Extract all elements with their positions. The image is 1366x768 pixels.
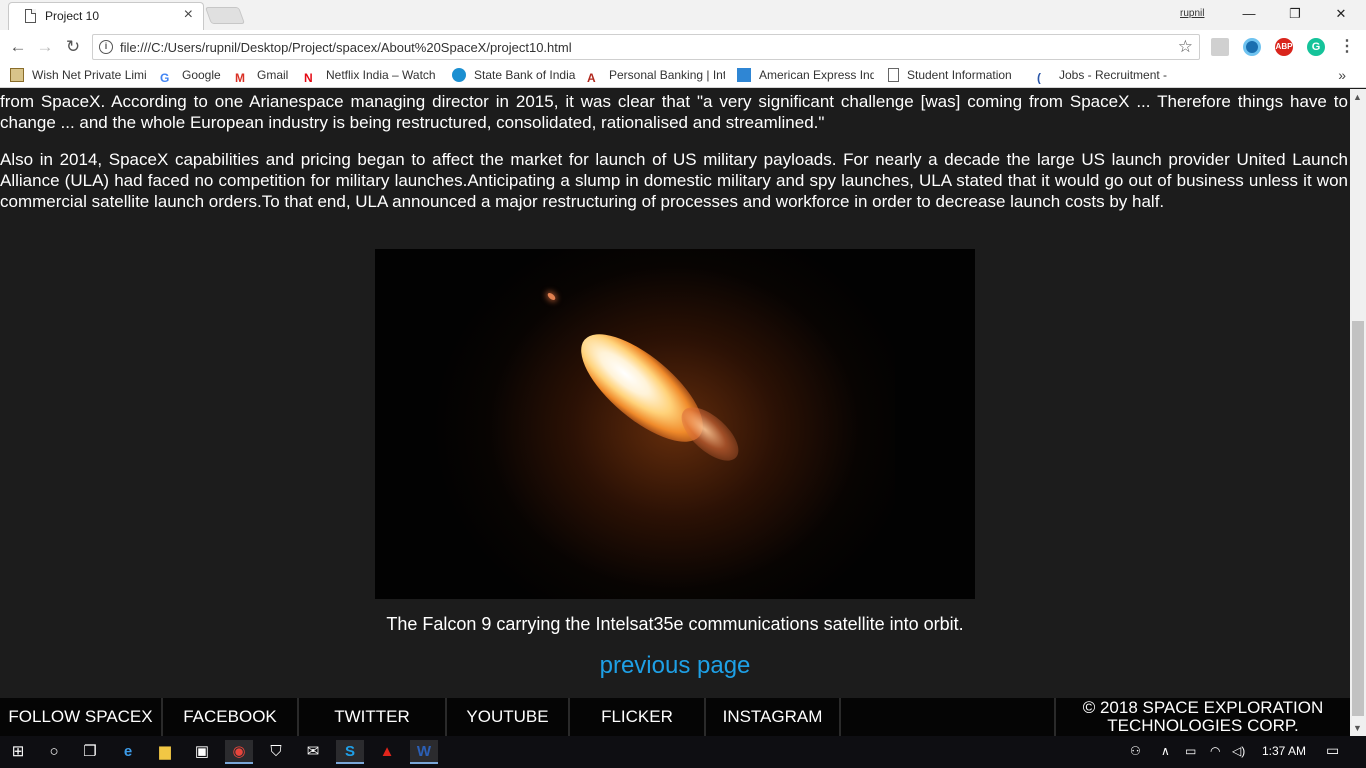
mail-icon[interactable]: ✉ [299, 740, 327, 764]
new-tab-button[interactable] [204, 7, 246, 24]
amex-icon [737, 68, 751, 82]
back-button[interactable]: ← [6, 36, 30, 58]
menu-icon[interactable]: ⋮ [1338, 38, 1356, 56]
jobs-icon: ( [1037, 71, 1041, 84]
bookmark-star-icon[interactable]: ☆ [1178, 37, 1193, 57]
tab-close-icon[interactable]: × [184, 6, 193, 24]
url-text[interactable]: file:///C:/Users/rupnil/Desktop/Project/… [120, 40, 572, 55]
bookmark-item[interactable]: Student Information [888, 68, 1024, 84]
forward-button[interactable]: → [33, 36, 57, 58]
bookmark-item[interactable]: (Jobs - Recruitment - [1037, 68, 1175, 84]
twitter-link[interactable]: TWITTER [299, 698, 447, 736]
follow-spacex-label: FOLLOW SPACEX [0, 698, 163, 736]
axis-bank-icon: A [587, 71, 596, 84]
windows-taskbar: ⊞ ○ ❐ e ▆ ▣ ◉ ⛉ ✉ S ▲ W ⚇ ∧ ▭ ◠ ◁) 1:37 … [0, 736, 1366, 768]
clock[interactable]: 1:37 AM [1262, 744, 1306, 758]
bookmark-item[interactable]: M Gmail [235, 68, 293, 84]
bookmark-item[interactable]: American Express Ind [737, 68, 874, 84]
paragraph: from SpaceX. According to one Arianespac… [0, 92, 1348, 132]
bookmarks-bar: Wish Net Private Limi G Google M Gmail N Ne… [0, 64, 1366, 88]
cortana-icon[interactable]: ○ [40, 740, 68, 764]
acrobat-icon[interactable]: ▲ [373, 740, 401, 764]
notification-icon[interactable]: ▭ [1326, 742, 1339, 759]
extension-icon[interactable] [1211, 38, 1229, 56]
info-icon[interactable]: i [99, 40, 113, 54]
netflix-icon: N [304, 71, 313, 84]
windows-start-icon[interactable]: ⊞ [4, 740, 32, 764]
bookmark-item[interactable]: State Bank of India [452, 68, 578, 84]
page-scrollbar[interactable]: ▲ ▼ [1350, 89, 1366, 736]
profile-name[interactable]: rupnil [1180, 8, 1204, 19]
show-hidden-icons-icon[interactable]: ∧ [1161, 744, 1170, 758]
sbi-icon [452, 68, 466, 82]
youtube-link[interactable]: YOUTUBE [447, 698, 570, 736]
eye-extension-icon[interactable] [1243, 38, 1261, 56]
bookmark-item[interactable]: Wish Net Private Limi [10, 68, 146, 84]
scroll-thumb[interactable] [1352, 321, 1364, 716]
battery-icon[interactable]: ▭ [1185, 744, 1196, 758]
bookmark-item[interactable]: N Netflix India – Watch [304, 68, 436, 84]
close-window-button[interactable]: ✕ [1318, 2, 1364, 26]
instagram-link[interactable]: INSTAGRAM [706, 698, 841, 736]
grammarly-icon[interactable]: G [1307, 38, 1325, 56]
footer: FOLLOW SPACEX FACEBOOK TWITTER YOUTUBE F… [0, 698, 1350, 736]
reload-button[interactable]: ↻ [61, 36, 85, 58]
edge-icon[interactable]: e [114, 740, 142, 764]
image-caption: The Falcon 9 carrying the Intelsat35e co… [386, 614, 964, 634]
word-icon[interactable]: W [410, 740, 438, 764]
browser-tab[interactable]: Project 10 × [8, 2, 204, 30]
gmail-icon: M [235, 71, 245, 84]
document-icon [888, 68, 899, 82]
more-bookmarks-icon[interactable]: » [1338, 67, 1346, 83]
wifi-icon[interactable]: ◠ [1210, 744, 1220, 758]
people-icon[interactable]: ⚇ [1130, 744, 1141, 758]
scroll-up-icon[interactable]: ▲ [1353, 92, 1362, 102]
wishnet-icon [10, 68, 24, 82]
paragraph: Also in 2014, SpaceX capabilities and pr… [0, 150, 1348, 211]
minimize-button[interactable]: — [1226, 2, 1272, 26]
flicker-link[interactable]: FLICKER [570, 698, 706, 736]
browser-toolbar: ← → ↻ i file:///C:/Users/rupnil/Desktop/… [0, 30, 1366, 64]
store-icon[interactable]: ▣ [188, 740, 216, 764]
task-view-icon[interactable]: ❐ [76, 740, 104, 764]
tab-title: Project 10 [45, 9, 100, 23]
skype-icon[interactable]: S [336, 740, 364, 764]
bookmark-item[interactable]: G Google [160, 68, 226, 84]
bookmark-item[interactable]: A Personal Banking | Int [587, 68, 725, 84]
falcon9-launch-image [375, 249, 975, 599]
google-icon: G [160, 71, 170, 84]
copyright-text: © 2018 SPACE EXPLORATION TECHNOLOGIES CO… [1054, 698, 1350, 736]
facebook-link[interactable]: FACEBOOK [163, 698, 299, 736]
file-explorer-icon[interactable]: ▆ [151, 740, 179, 764]
volume-icon[interactable]: ◁) [1232, 744, 1245, 758]
browser-titlebar: Project 10 × rupnil — ❐ ✕ [0, 0, 1366, 30]
previous-page-link[interactable]: previous page [0, 652, 1350, 680]
address-bar[interactable]: i file:///C:/Users/rupnil/Desktop/Projec… [92, 34, 1200, 60]
chrome-icon[interactable]: ◉ [225, 740, 253, 764]
shield-icon[interactable]: ⛉ [262, 740, 290, 764]
scroll-down-icon[interactable]: ▼ [1353, 723, 1362, 733]
maximize-button[interactable]: ❐ [1272, 2, 1318, 26]
adblock-plus-icon[interactable]: ABP [1275, 38, 1293, 56]
document-icon [25, 9, 36, 23]
page-content: from SpaceX. According to one Arianespac… [0, 89, 1350, 736]
